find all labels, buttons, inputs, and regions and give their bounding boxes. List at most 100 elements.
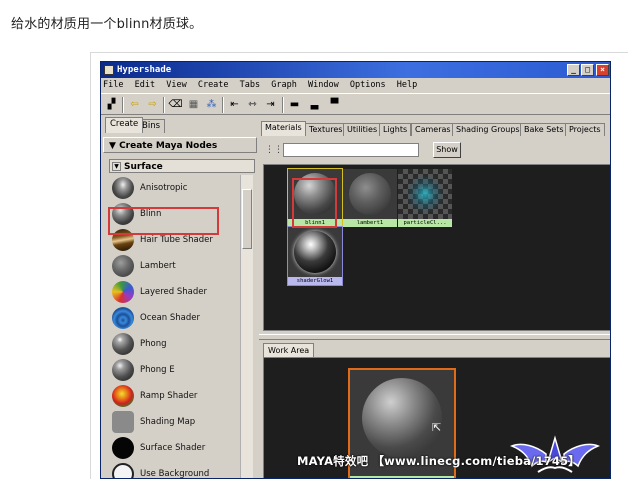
blinn1-highlight-box (292, 178, 337, 228)
app-icon (104, 65, 114, 75)
input-connections-icon[interactable]: ⇤ (227, 97, 242, 112)
window-title: Hypershade (117, 65, 172, 75)
close-button[interactable]: × (596, 64, 609, 76)
material-particle-cloud[interactable]: particleCl... (398, 169, 452, 227)
minimize-button[interactable]: _ (567, 64, 580, 76)
ocean-swatch-icon (112, 307, 134, 329)
material-name: lambert1 (343, 219, 397, 227)
anisotropic-swatch-icon (112, 177, 134, 199)
use-background-swatch-icon (112, 463, 134, 478)
scrollbar-thumb[interactable] (242, 189, 252, 249)
glow-sphere-icon (294, 231, 336, 273)
node-label: Phong (140, 339, 167, 349)
mouse-cursor-icon: ⇱ (432, 421, 442, 434)
toggle-panel-icon[interactable]: ▞ (104, 97, 119, 112)
menu-file[interactable]: File (103, 80, 123, 90)
material-shader-glow1[interactable]: shaderGlow1 (287, 226, 343, 286)
show-button[interactable]: Show (433, 142, 461, 158)
tutorial-caption: 给水的材质用一个blinn材质球。 (11, 17, 203, 32)
create-maya-nodes-label: Create Maya Nodes (119, 141, 218, 151)
node-shading-map[interactable]: Shading Map (109, 409, 239, 435)
section-dropdown-icon: ▼ (112, 162, 121, 171)
menu-tabs[interactable]: Tabs (240, 80, 260, 90)
material-lambert1[interactable]: lambert1 (343, 169, 397, 227)
node-label: Ramp Shader (140, 391, 198, 401)
node-label: Use Background (140, 469, 210, 479)
collapse-arrow-icon: ▼ (109, 141, 120, 151)
lambert-sphere-icon (349, 173, 391, 215)
node-label: Layered Shader (140, 287, 207, 297)
menu-bar: File Edit View Create Tabs Graph Window … (101, 79, 610, 92)
toolbar-separator (282, 97, 284, 113)
node-use-background[interactable]: Use Background (109, 461, 239, 479)
material-name: particleCl... (398, 219, 452, 227)
menu-options[interactable]: Options (350, 80, 386, 90)
menu-graph[interactable]: Graph (271, 80, 297, 90)
node-layered-shader[interactable]: Layered Shader (109, 279, 239, 305)
menu-window[interactable]: Window (308, 80, 339, 90)
layout-top-icon[interactable]: ▀ (327, 97, 342, 112)
network-graph-icon[interactable]: ⁂ (204, 97, 219, 112)
node-label: Ocean Shader (140, 313, 201, 323)
create-maya-nodes-header[interactable]: ▼ Create Maya Nodes (103, 137, 257, 153)
surface-label: Surface (124, 162, 163, 172)
io-connections-icon[interactable]: ⇿ (245, 97, 260, 112)
menu-view[interactable]: View (166, 80, 186, 90)
maximize-button[interactable]: □ (581, 64, 594, 76)
menu-edit[interactable]: Edit (135, 80, 155, 90)
layout-bottom-icon[interactable]: ▃ (307, 97, 322, 112)
toolbar-separator (163, 97, 165, 113)
node-ocean-shader[interactable]: Ocean Shader (109, 305, 239, 331)
filter-grid-icon[interactable]: ⋮⋮ (265, 144, 283, 156)
toolbar: ▞ ⇦ ⇨ ⌫ ▦ ⁂ ⇤ ⇿ ⇥ ▬ ▃ ▀ (101, 93, 610, 115)
tab-materials[interactable]: Materials (261, 121, 306, 136)
particle-cloud-icon (404, 173, 446, 215)
blinn-highlight-box (108, 207, 219, 235)
tab-projects[interactable]: Projects (565, 123, 605, 136)
material-name: shaderGlow1 (288, 277, 342, 285)
tab-utilities[interactable]: Utilities (343, 123, 382, 136)
output-connections-icon[interactable]: ⇥ (263, 97, 278, 112)
surface-shader-swatch-icon (112, 437, 134, 459)
tab-lights[interactable]: Lights (379, 123, 412, 136)
pane-divider[interactable] (259, 334, 610, 340)
tab-cameras[interactable]: Cameras (411, 123, 455, 136)
node-phong[interactable]: Phong (109, 331, 239, 357)
tab-shading-groups[interactable]: Shading Groups (452, 123, 524, 136)
surface-section-header[interactable]: ▼ Surface (109, 159, 255, 173)
layered-swatch-icon (112, 281, 134, 303)
node-label: Shading Map (140, 417, 196, 427)
node-label: Phong E (140, 365, 175, 375)
node-label: Anisotropic (140, 183, 188, 193)
blinn-preview-sphere-icon (362, 378, 442, 458)
phong-swatch-icon (112, 333, 134, 355)
tab-bake-sets[interactable]: Bake Sets (520, 123, 568, 136)
node-phong-e[interactable]: Phong E (109, 357, 239, 383)
shading-map-swatch-icon (112, 411, 134, 433)
eraser-icon[interactable]: ⌫ (168, 97, 183, 112)
arrow-right-icon[interactable]: ⇨ (145, 97, 160, 112)
layout-top-bottom-icon[interactable]: ▬ (287, 97, 302, 112)
toolbar-separator (122, 97, 124, 113)
filter-input[interactable] (283, 143, 419, 157)
lambert-swatch-icon (112, 255, 134, 277)
grid-layout-icon[interactable]: ▦ (186, 97, 201, 112)
hypershade-window: Hypershade _ □ × File Edit View Create T… (100, 61, 611, 479)
node-surface-shader[interactable]: Surface Shader (109, 435, 239, 461)
watermark-text: MAYA特效吧 【www.linecg.com/tieba/1745】 (297, 454, 581, 468)
phong-e-swatch-icon (112, 359, 134, 381)
ramp-swatch-icon (112, 385, 134, 407)
node-label: Surface Shader (140, 443, 206, 453)
tab-create[interactable]: Create (105, 117, 144, 133)
create-panel: Create Bins ▼ Create Maya Nodes ▼ Surfac… (103, 117, 257, 479)
node-lambert[interactable]: Lambert (109, 253, 239, 279)
menu-create[interactable]: Create (198, 80, 229, 90)
node-list-scrollbar[interactable] (240, 175, 253, 478)
node-anisotropic[interactable]: Anisotropic (109, 175, 239, 201)
arrow-left-icon[interactable]: ⇦ (127, 97, 142, 112)
tab-work-area[interactable]: Work Area (263, 343, 315, 357)
node-label: Lambert (140, 261, 176, 271)
menu-help[interactable]: Help (397, 80, 417, 90)
node-ramp-shader[interactable]: Ramp Shader (109, 383, 239, 409)
tab-textures[interactable]: Textures (305, 123, 347, 136)
